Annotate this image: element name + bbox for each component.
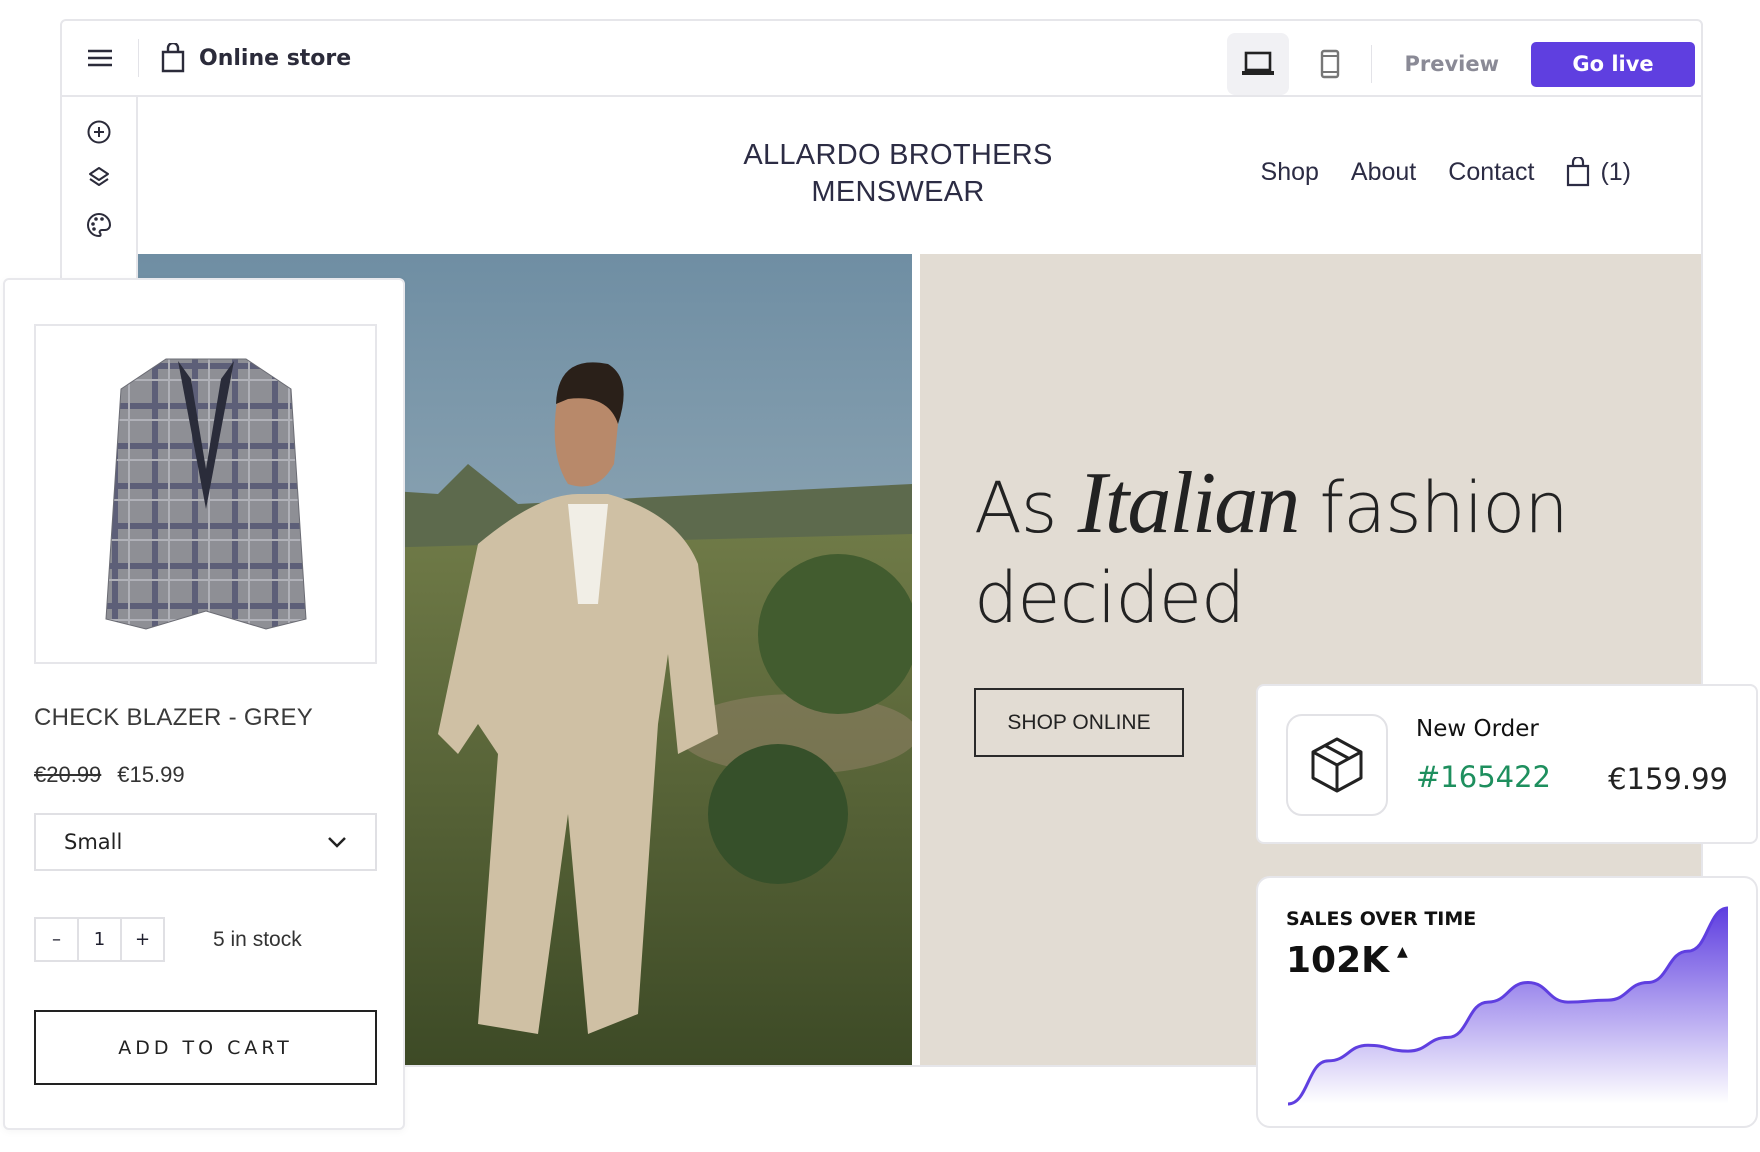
brand-line: ALLARDO BROTHERS xyxy=(743,139,1053,171)
hero-headline: As Italian fashion decided xyxy=(974,459,1569,643)
top-bar: Online store Preview Go live xyxy=(62,21,1701,97)
nav-about[interactable]: About xyxy=(1351,158,1416,187)
mobile-view-button[interactable] xyxy=(1299,33,1361,95)
store-title: Online store xyxy=(199,45,352,71)
package-icon xyxy=(1286,714,1388,816)
add-to-cart-button[interactable]: ADD TO CART xyxy=(34,1010,377,1085)
add-section-icon[interactable] xyxy=(86,119,112,145)
desktop-view-button[interactable] xyxy=(1227,33,1290,95)
shop-online-button[interactable]: SHOP ONLINE xyxy=(974,688,1184,757)
cart-link[interactable]: (1) xyxy=(1566,157,1631,187)
laptop-icon xyxy=(1241,51,1275,77)
store-nav: Shop About Contact (1) xyxy=(1261,157,1631,187)
headline-word: fashion xyxy=(1319,467,1569,549)
order-amount: €159.99 xyxy=(1608,762,1728,796)
brand-line: MENSWEAR xyxy=(811,176,985,208)
chevron-down-icon xyxy=(327,836,347,848)
quantity-stepper: – 1 + xyxy=(34,917,165,962)
sales-card: SALES OVER TIME 102K ▲ xyxy=(1256,876,1758,1128)
nav-contact[interactable]: Contact xyxy=(1448,158,1534,187)
layers-icon[interactable] xyxy=(86,165,112,191)
nav-shop[interactable]: Shop xyxy=(1261,158,1319,187)
sale-price: €15.99 xyxy=(117,762,185,787)
cart-bag-icon xyxy=(1566,157,1590,187)
order-number[interactable]: #165422 xyxy=(1416,760,1551,794)
sales-area xyxy=(1288,908,1728,1104)
product-title: CHECK BLAZER - GREY xyxy=(34,704,314,731)
divider xyxy=(1371,45,1373,83)
order-title: New Order xyxy=(1416,716,1539,742)
qty-plus-button[interactable]: + xyxy=(120,917,165,962)
new-order-card: New Order #165422 €159.99 xyxy=(1256,684,1758,844)
go-live-button[interactable]: Go live xyxy=(1531,41,1695,87)
product-image xyxy=(34,324,377,664)
product-prices: €20.99 €15.99 xyxy=(34,762,185,788)
headline-word: As xyxy=(974,467,1057,549)
product-card: CHECK BLAZER - GREY €20.99 €15.99 Small … xyxy=(3,278,405,1130)
store-brand[interactable]: ALLARDO BROTHERS MENSWEAR xyxy=(738,137,1058,211)
size-value: Small xyxy=(64,830,123,854)
shopping-bag-icon xyxy=(161,43,185,73)
sales-title: SALES OVER TIME xyxy=(1286,908,1477,930)
size-select[interactable]: Small xyxy=(34,813,377,871)
divider xyxy=(138,39,139,77)
stock-status: 5 in stock xyxy=(213,928,302,951)
cart-count: (1) xyxy=(1600,157,1631,186)
preview-button[interactable]: Preview xyxy=(1382,52,1521,76)
headline-line2: decided xyxy=(974,557,1245,639)
headline-italic: Italian xyxy=(1077,455,1301,552)
store-header: ALLARDO BROTHERS MENSWEAR Shop About Con… xyxy=(138,97,1701,254)
sales-value: 102K ▲ xyxy=(1286,940,1408,981)
old-price: €20.99 xyxy=(34,762,102,787)
hamburger-menu-icon[interactable] xyxy=(62,21,138,95)
phone-icon xyxy=(1320,49,1340,79)
qty-input[interactable]: 1 xyxy=(77,917,122,962)
trend-up-icon: ▲ xyxy=(1397,944,1408,960)
qty-minus-button[interactable]: – xyxy=(34,917,79,962)
sales-number: 102K xyxy=(1286,940,1390,981)
theme-palette-icon[interactable] xyxy=(85,211,113,239)
